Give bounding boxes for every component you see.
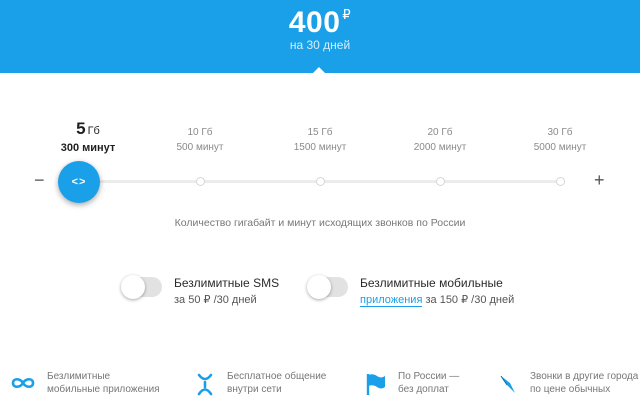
package-gb: 15 Гб [307, 127, 333, 138]
tariff-header: 400 ₽ на 30 дней [0, 0, 640, 73]
apps-option-title: Безлимитные мобильные [360, 276, 503, 290]
package-minutes: 1500 минут [293, 142, 347, 153]
decrease-button[interactable]: − [34, 171, 45, 189]
header-notch [313, 67, 325, 73]
package-option-15gb[interactable]: 15 Гб 1500 минут [275, 125, 365, 155]
toggle-thumb [121, 275, 145, 299]
package-minutes: 2000 минут [413, 142, 467, 153]
slider-stop[interactable] [436, 177, 445, 186]
feature-no-roaming: По России — без доплат [398, 371, 460, 395]
price-value: 400 [288, 6, 341, 39]
compass-icon [497, 372, 523, 394]
slider-stop[interactable] [556, 177, 565, 186]
tele2-network-icon [195, 372, 221, 396]
feature-intercity-calls: Звонки в другие города по цене обычных [530, 371, 639, 395]
sms-option-price: за 50 ₽ /30 дней [174, 294, 257, 306]
feature-free-network-calls: Бесплатное общение внутри сети [227, 371, 327, 395]
package-option-10gb[interactable]: 10 Гб 500 минут [155, 125, 245, 155]
apps-price-text: за 150 ₽ /30 дней [422, 294, 515, 306]
package-minutes: 300 минут [60, 142, 116, 154]
increase-button[interactable]: + [594, 171, 605, 189]
toggle-thumb [307, 275, 331, 299]
slider-handle[interactable]: <> [58, 161, 100, 203]
package-minutes: 500 минут [176, 142, 224, 153]
package-option-30gb[interactable]: 30 Гб 5000 минут [515, 125, 605, 155]
package-minutes: 5000 минут [533, 142, 587, 153]
package-gb: 20 Гб [427, 127, 453, 138]
slider-stop[interactable] [316, 177, 325, 186]
apps-link[interactable]: приложения [360, 294, 423, 307]
package-option-20gb[interactable]: 20 Гб 2000 минут [395, 125, 485, 155]
package-gb: 10 Гб [187, 127, 213, 138]
tariff-price: 400 ₽ [0, 6, 640, 40]
apps-toggle[interactable] [307, 275, 348, 299]
tariff-period: на 30 дней [289, 38, 351, 52]
price-currency: ₽ [342, 7, 352, 22]
package-gb: 30 Гб [547, 127, 573, 138]
sms-option-title: Безлимитные SMS [174, 276, 280, 290]
infinity-icon [8, 372, 35, 394]
apps-option-price: приложения за 150 ₽ /30 дней [360, 292, 514, 308]
slider-stop[interactable] [196, 177, 205, 186]
package-option-5gb[interactable]: 5 Гб 300 минут [43, 119, 133, 156]
package-gb: 5 Гб [76, 119, 100, 138]
flag-icon [365, 372, 391, 395]
sms-toggle[interactable] [121, 275, 162, 299]
feature-unlimited-apps: Безлимитные мобильные приложения [47, 371, 160, 395]
slider-caption: Количество гигабайт и минут исходящих зв… [174, 217, 466, 229]
